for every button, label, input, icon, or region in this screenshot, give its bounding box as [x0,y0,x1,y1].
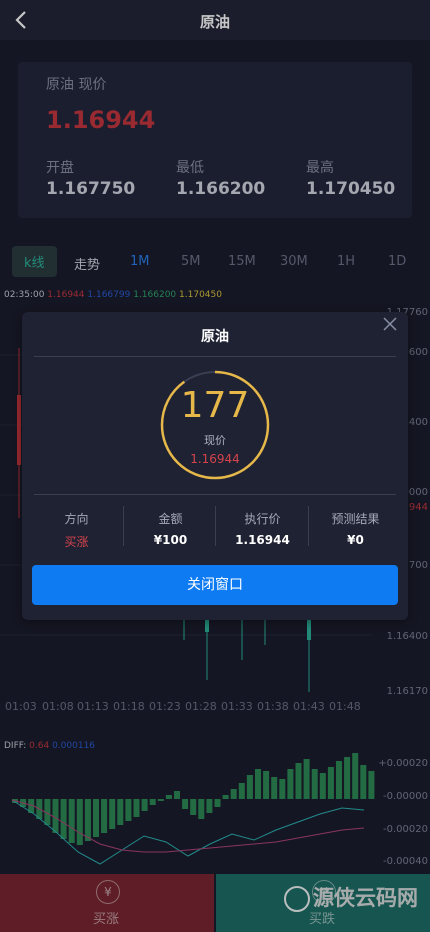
strike-header: 执行价 [244,512,281,526]
now-price-value: 1.16944 [190,452,240,466]
strike-value: 1.16944 [235,533,290,547]
amount-value: ¥100 [153,533,188,547]
amount-column: 金额 ¥100 [124,510,217,547]
now-price-label: 现价 [204,434,226,447]
result-header: 预测结果 [331,512,380,526]
order-result-modal: 原油 177 现价 1.16944 方向 买涨 金额 ¥100 执行价 1.16… [22,312,408,620]
direction-column: 方向 买涨 [30,510,123,550]
amount-header: 金额 [158,512,183,526]
divider [34,494,396,495]
result-column: 预测结果 ¥0 [309,510,402,547]
result-value: ¥0 [347,533,364,547]
modal-title: 原油 [201,329,229,345]
direction-value: 买涨 [64,535,89,549]
direction-header: 方向 [64,512,89,526]
strike-column: 执行价 1.16944 [216,510,309,547]
close-window-button[interactable]: 关闭窗口 [32,565,398,605]
divider [34,356,396,357]
countdown-seconds: 177 [180,385,250,426]
close-icon[interactable] [382,316,398,332]
